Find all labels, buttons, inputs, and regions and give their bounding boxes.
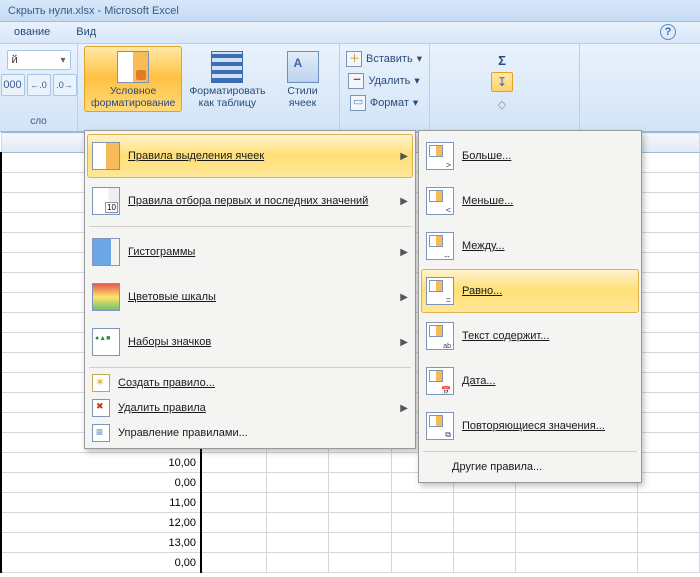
menu-item-review[interactable]: ование (8, 24, 56, 41)
conditional-formatting-button[interactable]: Условное форматирование (84, 46, 182, 112)
table-row: 12,00 (1, 513, 700, 533)
color-scales-icon (92, 283, 120, 311)
sigma-icon (498, 53, 506, 68)
cell-styles-button[interactable]: Стили ячеек (273, 46, 333, 112)
separator (423, 451, 637, 452)
manage-rules-icon (92, 424, 110, 442)
text-contains-icon (426, 322, 454, 350)
chevron-right-icon: ▶ (400, 247, 408, 258)
table-row: 0,00 (1, 553, 700, 573)
separator (89, 367, 411, 368)
clear-icon (498, 98, 506, 111)
cells-group: Вставить ▾ Удалить ▾ Формат ▾ (340, 44, 430, 131)
menu-manage-rules[interactable]: Управление правилами... (87, 421, 413, 445)
equal-to-icon (426, 277, 454, 305)
clear-button[interactable] (491, 94, 513, 114)
table-row: 13,00 (1, 533, 700, 553)
menu-duplicate-values[interactable]: Повторяющиеся значения... (421, 404, 639, 448)
delete-icon (348, 73, 364, 89)
menu-new-rule[interactable]: Создать правило... (87, 371, 413, 395)
number-format-btn[interactable]: 000 (1, 74, 25, 96)
fill-button[interactable] (491, 72, 513, 92)
menu-top-bottom-rules[interactable]: Правила отбора первых и последних значен… (87, 179, 413, 223)
data-bars-icon (92, 238, 120, 266)
cell[interactable]: 10,00 (1, 453, 201, 473)
cell[interactable]: 11,00 (1, 493, 201, 513)
table-icon (211, 51, 243, 83)
cell[interactable]: 0,00 (1, 553, 201, 573)
delete-button[interactable]: Удалить ▾ (348, 70, 419, 92)
duplicate-icon (426, 412, 454, 440)
menu-text-contains[interactable]: Текст содержит... (421, 314, 639, 358)
menu-highlight-rules[interactable]: Правила выделения ячеек ▶ (87, 134, 413, 178)
menu-greater-than[interactable]: Больше... (421, 134, 639, 178)
chevron-right-icon: ▶ (400, 196, 408, 207)
title-bar: Скрыть нули.xlsx - Microsoft Excel (0, 0, 700, 22)
ribbon: й 000 ←.0 .0→ сло Условное форматировани… (0, 44, 700, 132)
format-as-table-button[interactable]: Форматировать как таблицу (182, 46, 272, 112)
menu-less-than[interactable]: Меньше... (421, 179, 639, 223)
new-rule-icon (92, 374, 110, 392)
chevron-right-icon: ▶ (400, 403, 408, 414)
table-row: 11,00 (1, 493, 700, 513)
greater-than-icon (426, 142, 454, 170)
menu-bar: ование Вид ? (0, 22, 700, 44)
highlight-rules-icon (92, 142, 120, 170)
menu-more-rules[interactable]: Другие правила... (421, 455, 639, 479)
styles-group: Условное форматирование Форматировать ка… (78, 44, 340, 131)
conditional-formatting-menu: Правила выделения ячеек ▶ Правила отбора… (84, 130, 416, 449)
clear-rules-icon (92, 399, 110, 417)
menu-between[interactable]: Между... (421, 224, 639, 268)
separator (89, 226, 411, 227)
menu-equal-to[interactable]: Равно... (421, 269, 639, 313)
cell[interactable]: 13,00 (1, 533, 201, 553)
number-group-label: сло (30, 116, 47, 129)
menu-date-occurring[interactable]: Дата... (421, 359, 639, 403)
conditional-formatting-icon (117, 51, 149, 83)
autosum-button[interactable] (491, 50, 513, 70)
highlight-rules-submenu: Больше... Меньше... Между... Равно... Те… (418, 130, 642, 483)
menu-data-bars[interactable]: Гистограммы ▶ (87, 230, 413, 274)
increase-decimal-btn[interactable]: ←.0 (27, 74, 51, 96)
number-format-select[interactable]: й (7, 50, 71, 70)
chevron-right-icon: ▶ (400, 337, 408, 348)
icon-sets-icon (92, 328, 120, 356)
top-bottom-icon (92, 187, 120, 215)
format-button[interactable]: Формат ▾ (350, 92, 418, 114)
menu-item-view[interactable]: Вид (70, 24, 102, 41)
format-icon (350, 95, 366, 111)
editing-group: Сортировка и фильтр Найти и выделить (430, 44, 580, 131)
chevron-right-icon: ▶ (400, 292, 408, 303)
cell[interactable]: 0,00 (1, 473, 201, 493)
between-icon (426, 232, 454, 260)
styles-icon (287, 51, 319, 83)
insert-icon (346, 51, 362, 67)
decrease-decimal-btn[interactable]: .0→ (53, 74, 77, 96)
chevron-right-icon: ▶ (400, 151, 408, 162)
help-icon[interactable]: ? (660, 24, 676, 40)
menu-clear-rules[interactable]: Удалить правила ▶ (87, 396, 413, 420)
less-than-icon (426, 187, 454, 215)
menu-color-scales[interactable]: Цветовые шкалы ▶ (87, 275, 413, 319)
number-group: й 000 ←.0 .0→ сло (0, 44, 78, 131)
window-title: Скрыть нули.xlsx - Microsoft Excel (8, 5, 179, 17)
insert-button[interactable]: Вставить ▾ (346, 48, 422, 70)
date-icon (426, 367, 454, 395)
menu-icon-sets[interactable]: Наборы значков ▶ (87, 320, 413, 364)
cell[interactable]: 12,00 (1, 513, 201, 533)
fill-down-icon (497, 75, 507, 89)
